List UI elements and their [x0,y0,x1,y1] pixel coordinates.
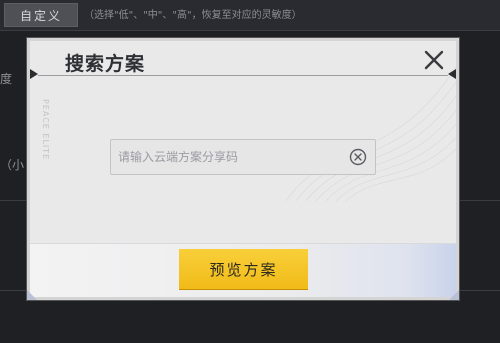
background-label-fragment: （小 [0,158,25,172]
background-label-fragment: 度 [0,72,13,86]
clear-circle-icon[interactable] [347,146,369,168]
share-code-input[interactable] [118,140,347,174]
search-plan-dialog: PEACE ELITE 搜索方案 预览方案 [27,38,459,300]
background-divider [0,30,500,31]
share-code-field[interactable] [110,139,376,175]
close-icon[interactable] [422,48,446,72]
sensitivity-hint-text: （选择"低"、"中"、"高"，恢复至对应的灵敏度） [84,10,302,21]
title-divider [38,75,448,76]
dialog-body: PEACE ELITE 搜索方案 预览方案 [30,41,456,297]
side-watermark-text: PEACE ELITE [41,99,50,161]
frame-notch-left [30,69,38,79]
custom-preset-button[interactable]: 自定义 [4,3,78,27]
dialog-title: 搜索方案 [65,53,146,75]
preview-plan-button[interactable]: 预览方案 [179,249,308,289]
